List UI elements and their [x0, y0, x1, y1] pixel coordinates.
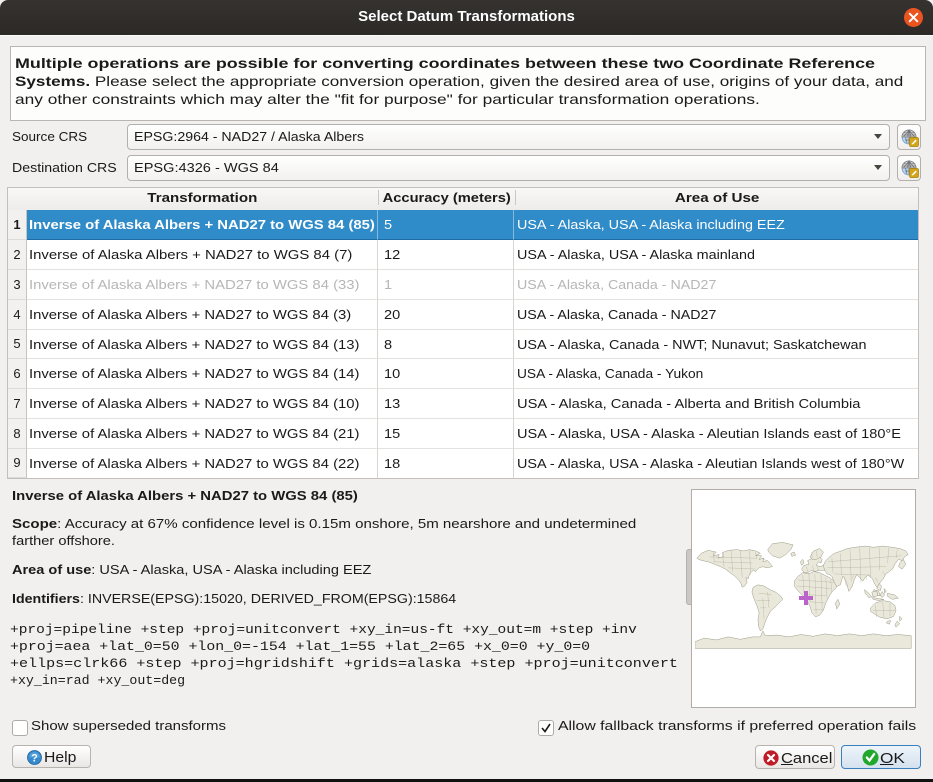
svg-text:?: ? [31, 752, 38, 764]
